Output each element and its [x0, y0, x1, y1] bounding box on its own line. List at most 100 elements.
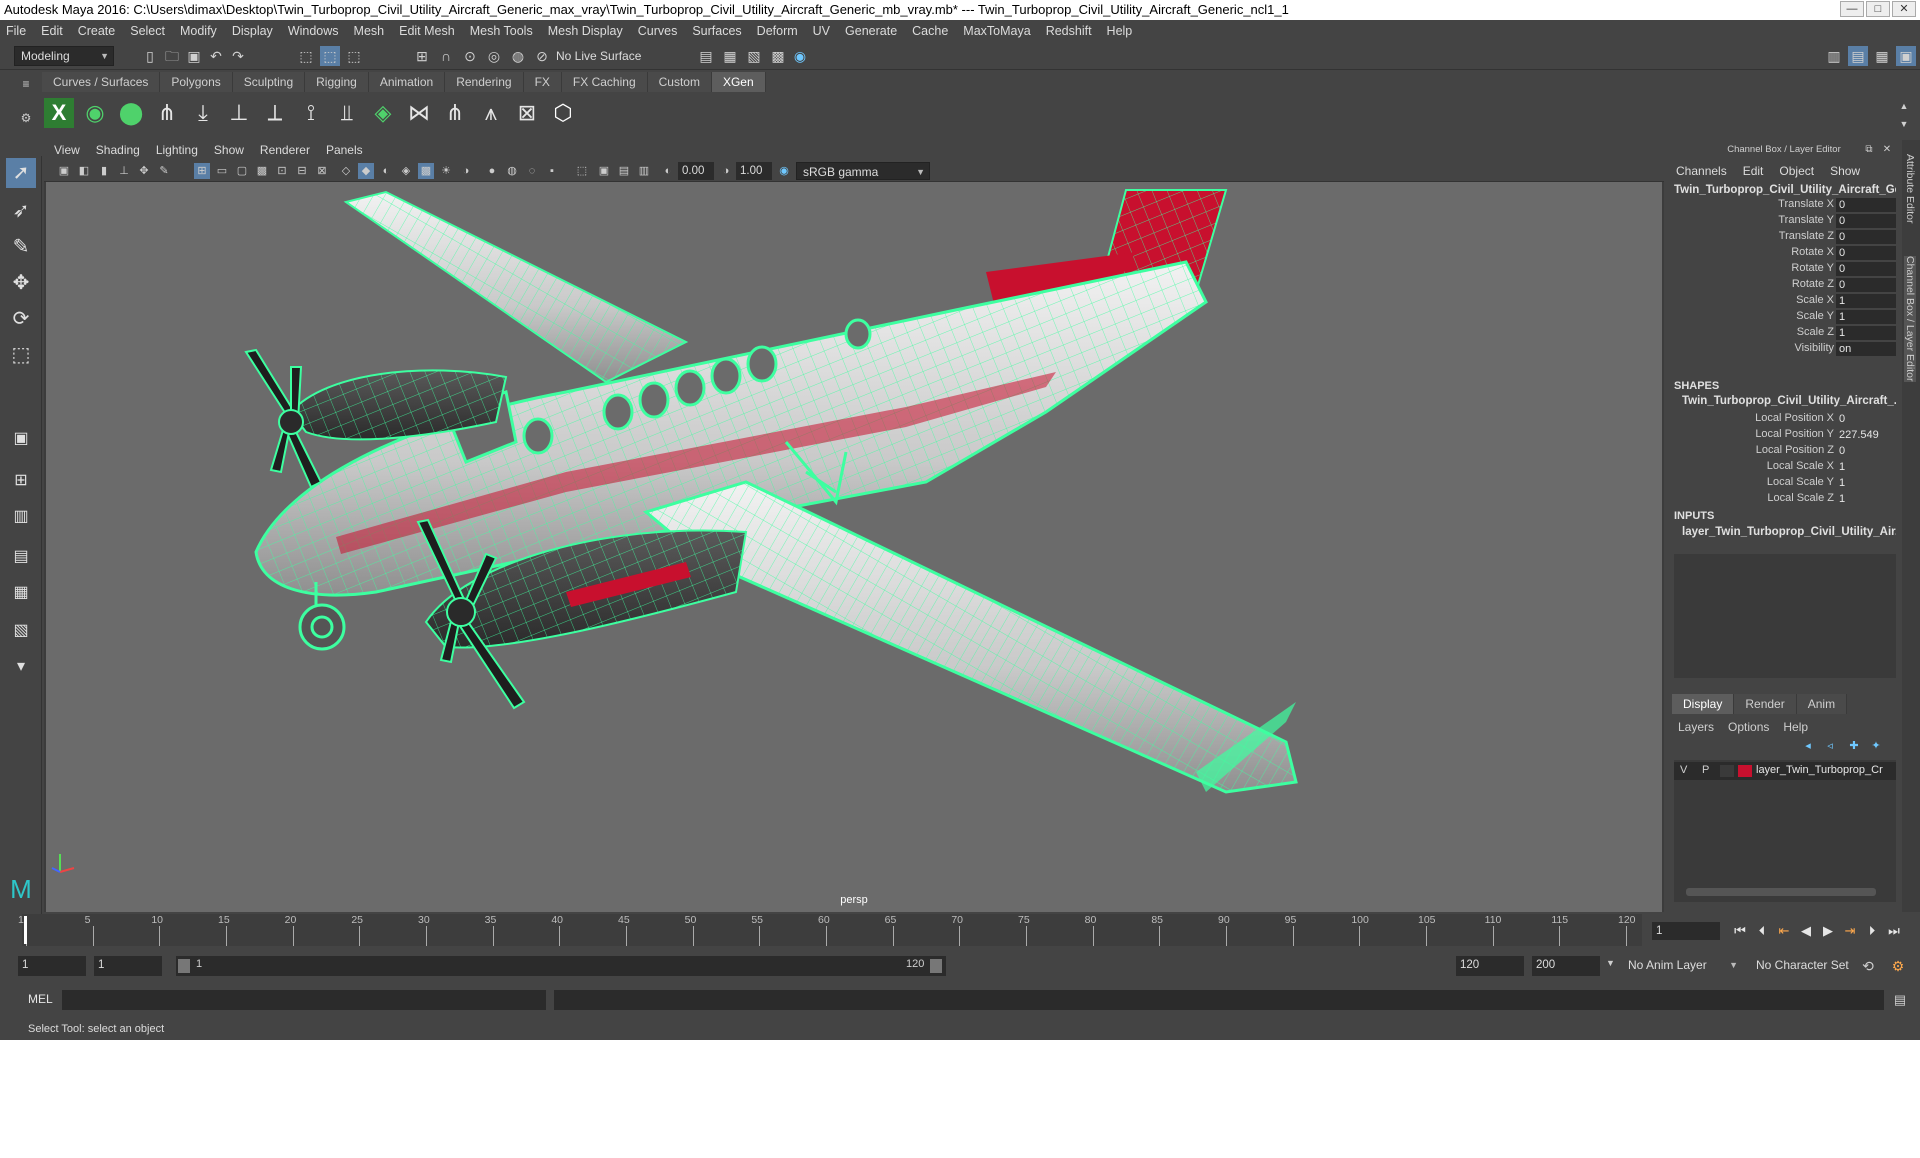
attr-local-scale-z[interactable]: Local Scale Z1	[1668, 492, 1900, 507]
shelf-tab-rigging[interactable]: Rigging	[305, 72, 369, 92]
bookmark-icon[interactable]: ▮	[96, 163, 112, 179]
exposure-field[interactable]: 0.00	[678, 162, 714, 180]
menu-generate[interactable]: Generate	[845, 24, 897, 38]
step-back-key-icon[interactable]: ⇤	[1774, 923, 1794, 939]
attr-rotate-y[interactable]: Rotate Y0	[1668, 262, 1900, 277]
xgen-guides-to-curves-icon[interactable]: ⫫	[332, 98, 362, 128]
color-management-icon[interactable]: ◉	[776, 163, 792, 179]
attr-value[interactable]: 0	[1836, 412, 1896, 426]
move-tool-icon[interactable]: ✥	[6, 268, 36, 298]
layout-menu-icon[interactable]: ▾	[6, 652, 36, 682]
move-layer-up-icon[interactable]: ◂	[1798, 736, 1818, 756]
snap-point-icon[interactable]: ⊙	[460, 46, 480, 66]
attr-value[interactable]: 0	[1836, 278, 1896, 292]
menu-mesh-display[interactable]: Mesh Display	[548, 24, 623, 38]
time-slider[interactable]: 1 5 10 15 20 25 30 35 40 45 50 55 60 65 70 75 80 85 90 95 10…	[0, 914, 1920, 948]
attr-rotate-x[interactable]: Rotate X0	[1668, 246, 1900, 261]
new-layer-icon[interactable]: ✚	[1844, 736, 1864, 756]
xgen-hex-icon[interactable]: ⬡	[548, 98, 578, 128]
go-to-end-icon[interactable]: ⏭	[1884, 923, 1904, 939]
panel-menu-shading[interactable]: Shading	[96, 143, 140, 157]
field-chart-icon[interactable]: ⊡	[274, 163, 290, 179]
attr-value[interactable]: 227.549	[1836, 428, 1896, 442]
xgen-editor-icon[interactable]: X	[44, 98, 74, 128]
snap-grid-icon[interactable]: ⊞	[412, 46, 432, 66]
paint-select-icon[interactable]: ✎	[6, 232, 36, 262]
redo-icon[interactable]: ↷	[228, 46, 248, 66]
panel-menu-lighting[interactable]: Lighting	[156, 143, 198, 157]
gate-mask-icon[interactable]: ▩	[254, 163, 270, 179]
mode-selector[interactable]: Modeling ▼	[14, 46, 114, 66]
shelf-menu-icon[interactable]: ≡	[16, 74, 36, 94]
layer-visibility-toggle[interactable]: V	[1680, 764, 1687, 776]
multisample-aa-icon[interactable]: ◌	[524, 163, 540, 179]
menu-mesh[interactable]: Mesh	[354, 24, 385, 38]
select-hierarchy-icon[interactable]: ⬚	[296, 46, 316, 66]
attr-translate-x[interactable]: Translate X0	[1668, 198, 1900, 213]
close-button[interactable]: ✕	[1892, 1, 1916, 17]
use-all-lights-icon[interactable]: ☀	[438, 163, 454, 179]
camera-select-icon[interactable]: ▣	[56, 163, 72, 179]
menu-maxtomaya[interactable]: MaxToMaya	[963, 24, 1030, 38]
persp-graph-icon[interactable]: ▤	[6, 542, 36, 572]
save-scene-icon[interactable]: ▣	[184, 46, 204, 66]
layer-color-swatch[interactable]	[1738, 765, 1752, 777]
snap-curve-icon[interactable]: ∩	[436, 46, 456, 66]
layer-list-scrollbar[interactable]	[1686, 888, 1876, 896]
smooth-shade-icon[interactable]: ◆	[358, 163, 374, 179]
exposure-icon[interactable]: ◐	[660, 163, 676, 179]
attr-local-position-x[interactable]: Local Position X0	[1668, 412, 1900, 427]
use-default-material-icon[interactable]: ◐	[378, 163, 394, 179]
layer-playback-toggle[interactable]: P	[1702, 764, 1709, 776]
step-forward-frame-icon[interactable]: ⏵	[1862, 923, 1882, 939]
render-frame-icon[interactable]: ▦	[720, 46, 740, 66]
lasso-tool-icon[interactable]: ➶	[6, 196, 36, 226]
menu-edit-mesh[interactable]: Edit Mesh	[399, 24, 455, 38]
attribute-editor-tab[interactable]: Attribute Editor	[1904, 154, 1916, 223]
menu-select[interactable]: Select	[130, 24, 165, 38]
gamma-icon[interactable]: ◑	[718, 163, 734, 179]
command-input[interactable]	[62, 990, 546, 1010]
textured-icon[interactable]: ▩	[418, 163, 434, 179]
attr-local-scale-x[interactable]: Local Scale X1	[1668, 460, 1900, 475]
play-forward-icon[interactable]: ▶	[1818, 923, 1838, 939]
menu-create[interactable]: Create	[78, 24, 116, 38]
layer-row[interactable]: V P layer_Twin_Turboprop_Cr	[1674, 762, 1896, 780]
gamma-field[interactable]: 1.00	[736, 162, 772, 180]
menu-windows[interactable]: Windows	[288, 24, 339, 38]
shelf-scroll-up-icon[interactable]: ▲	[1894, 96, 1914, 116]
depth-of-field-icon[interactable]: ▪	[544, 163, 560, 179]
close-panel-icon[interactable]: ✕	[1880, 140, 1894, 160]
attr-value[interactable]: 1	[1836, 294, 1896, 308]
menu-uv[interactable]: UV	[813, 24, 830, 38]
xgen-grass-icon[interactable]: ⋔	[440, 98, 470, 128]
animation-preferences-icon[interactable]: ⚙	[1888, 956, 1908, 976]
shelf-tab-xgen[interactable]: XGen	[711, 72, 766, 92]
current-time-indicator[interactable]	[24, 916, 27, 944]
cb-menu-channels[interactable]: Channels	[1676, 164, 1727, 178]
attr-visibility[interactable]: Visibility on	[1668, 342, 1900, 357]
safe-title-icon[interactable]: ⊠	[314, 163, 330, 179]
xgen-preview-icon[interactable]: ◉	[80, 98, 110, 128]
shelf-tab-rendering[interactable]: Rendering	[445, 72, 524, 92]
menu-display[interactable]: Display	[232, 24, 273, 38]
panel-menu-panels[interactable]: Panels	[326, 143, 363, 157]
range-end-handle[interactable]	[930, 959, 942, 973]
layer-menu-options[interactable]: Options	[1728, 720, 1769, 734]
xgen-rebuild-guides-icon[interactable]: ⟂	[260, 98, 290, 128]
playback-start-field[interactable]: 1	[94, 956, 162, 976]
float-panel-icon[interactable]: ⧉	[1862, 140, 1876, 160]
attr-local-scale-y[interactable]: Local Scale Y1	[1668, 476, 1900, 491]
make-live-icon[interactable]: ⊘	[532, 46, 552, 66]
attr-value[interactable]: 0	[1836, 246, 1896, 260]
attr-translate-y[interactable]: Translate Y0	[1668, 214, 1900, 229]
layer-tab-anim[interactable]: Anim	[1796, 694, 1848, 714]
playback-end-field[interactable]: 120	[1456, 956, 1524, 976]
attr-rotate-z[interactable]: Rotate Z0	[1668, 278, 1900, 293]
grease-pencil-icon[interactable]: ✎	[156, 163, 172, 179]
layer-menu-help[interactable]: Help	[1783, 720, 1808, 734]
selected-object-name[interactable]: Twin_Turboprop_Civil_Utility_Aircraft_Ge…	[1674, 184, 1896, 196]
layer-name[interactable]: layer_Twin_Turboprop_Cr	[1756, 764, 1894, 776]
wireframe-on-shaded-icon[interactable]: ◈	[398, 163, 414, 179]
undo-icon[interactable]: ↶	[206, 46, 226, 66]
